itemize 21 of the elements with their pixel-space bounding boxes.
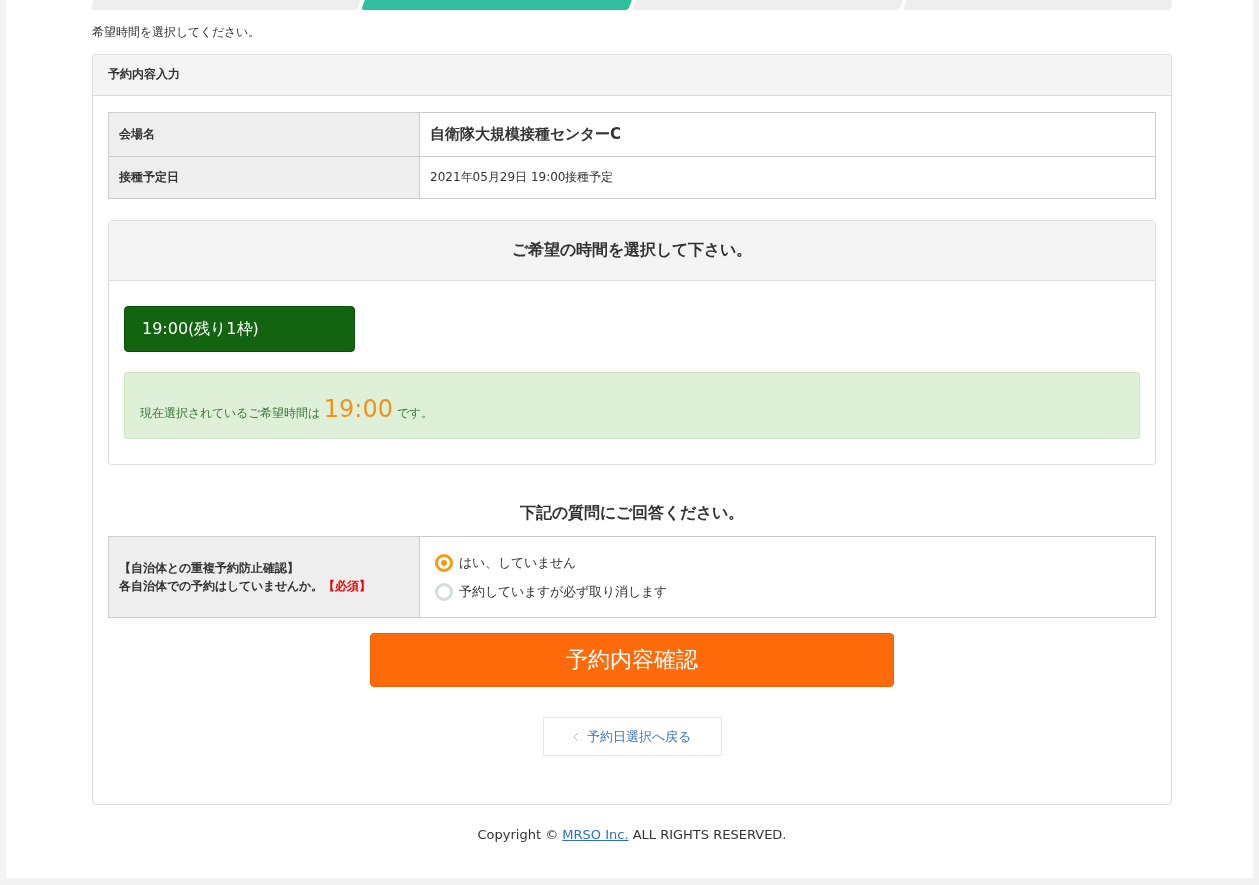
table-cell: 2021年05月29日 19:00接種予定 xyxy=(419,156,1156,199)
copyright-text: Copyright © MRSO Inc. ALL RIGHTS RESERVED. xyxy=(476,827,788,842)
selected-time-notice: 現在選択されているご希望時間は 19:00 です。 xyxy=(140,394,433,423)
back-button[interactable]: 予約日選択へ戻る xyxy=(542,717,722,756)
table-cell: 自衛隊大規模接種センターC xyxy=(419,112,1156,157)
question-text: 各自治体での予約はしていませんか。 xyxy=(119,579,323,593)
time-slot-button[interactable]: 19:00(残り1枠) xyxy=(124,306,355,352)
question-heading: 下記の質問にご回答ください。 xyxy=(519,503,745,524)
radio-button[interactable] xyxy=(435,553,453,572)
radio-option[interactable]: 予約していますが必ず取り消します xyxy=(435,577,1140,606)
table-header-cell: 会場名 xyxy=(108,112,420,157)
required-mark: 【必須】 xyxy=(323,579,371,593)
question-title: 【自治体との重複予約防止確認】 xyxy=(119,561,299,575)
instruction-text: 希望時間を選択してください。 xyxy=(92,24,261,40)
company-link[interactable]: MRSO Inc. xyxy=(562,827,629,842)
table-header-cell: 接種予定日 xyxy=(108,156,420,199)
time-box-title: ご希望の時間を選択して下さい。 xyxy=(512,240,752,261)
radio-option[interactable]: はい、していません xyxy=(435,548,1140,577)
chevron-left-icon xyxy=(573,731,579,742)
panel-title: 予約内容入力 xyxy=(108,67,180,81)
radio-button[interactable] xyxy=(435,582,453,601)
